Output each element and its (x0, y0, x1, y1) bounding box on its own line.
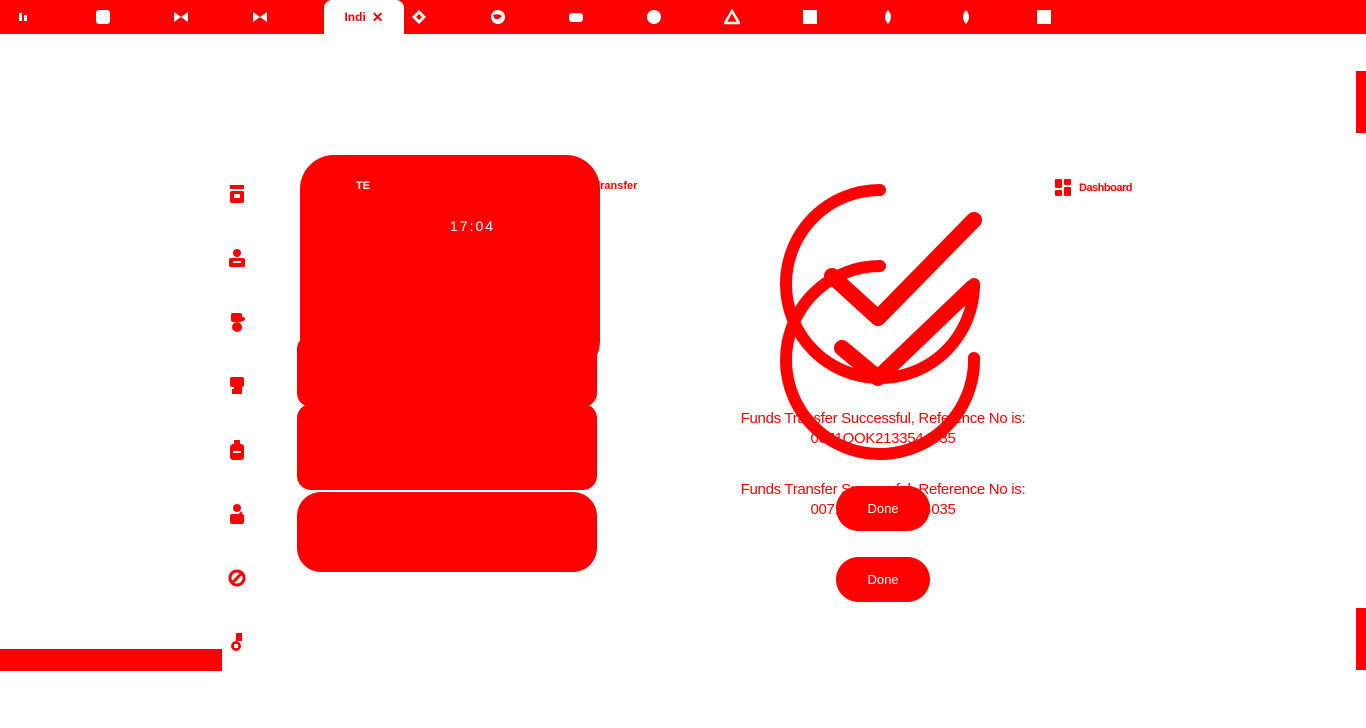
bowtie-icon (174, 12, 188, 22)
sidebar-item-accounts[interactable] (222, 178, 252, 210)
tab-circle[interactable] (643, 6, 665, 28)
device-panel-1 (297, 335, 597, 407)
tab-diamond[interactable] (408, 6, 430, 28)
sidebar-item-logout[interactable] (222, 626, 252, 658)
app-icon (19, 13, 27, 21)
accounts-icon (230, 185, 244, 203)
scrollbar-bottom[interactable] (1356, 608, 1366, 670)
sidebar-item-payments[interactable] (222, 306, 252, 338)
sidebar-item-bills[interactable] (222, 434, 252, 466)
device-panel-2 (297, 404, 597, 490)
tab-bowtie-1[interactable] (170, 6, 192, 28)
square-icon (803, 10, 817, 24)
sidebar-item-cards[interactable] (222, 370, 252, 402)
sidebar-item-settings[interactable] (222, 562, 252, 594)
device-time: 17:04 (450, 218, 496, 234)
tab-leaf-1[interactable] (877, 6, 899, 28)
profile-icon (230, 504, 244, 524)
tab-triangle[interactable] (721, 6, 743, 28)
dashboard-link[interactable]: Dashboard (1055, 179, 1132, 197)
cards-icon (230, 377, 244, 394)
device-right-label: Transfer (594, 180, 638, 192)
payments-icon (231, 313, 245, 332)
logout-icon (231, 633, 242, 651)
tab-globe[interactable] (487, 6, 509, 28)
browser-tab-bar: Indi ✕ (0, 0, 1366, 34)
leaf-icon (963, 10, 969, 24)
circle-icon (647, 10, 661, 24)
square-icon (96, 10, 110, 24)
rounded-rect-icon (569, 13, 583, 22)
leaf-icon (885, 10, 891, 24)
device-panel-3 (297, 492, 597, 572)
tab-square[interactable] (92, 6, 114, 28)
status-bar (0, 649, 222, 671)
scrollbar-top[interactable] (1356, 71, 1366, 133)
tab-leaf-2[interactable] (955, 6, 977, 28)
tab-active-label: Indi (344, 10, 366, 24)
tab-bowtie-2[interactable] (249, 6, 271, 28)
settings-icon (228, 569, 246, 587)
triangle-icon (724, 9, 740, 25)
success-message-1: Funds Transfer Successful, Reference No … (720, 409, 1046, 449)
dashboard-label: Dashboard (1079, 182, 1132, 194)
dashboard-icon (1055, 179, 1071, 196)
tab-rounded-rect[interactable] (565, 6, 587, 28)
diamond-icon (412, 10, 426, 24)
transfer-icon (229, 249, 245, 267)
bills-icon (230, 440, 244, 460)
success-message-1-line-2: 0071OOK2133544035 (810, 430, 956, 447)
device-left-label: TE (356, 180, 371, 192)
done-button-primary[interactable]: Done (836, 486, 930, 531)
bowtie-icon (253, 12, 267, 22)
sidebar-item-transfer[interactable] (222, 242, 252, 274)
tab-square-3[interactable] (1033, 6, 1055, 28)
tab-active[interactable]: Indi ✕ (324, 0, 404, 34)
square-icon (1037, 10, 1051, 24)
sidebar-item-profile[interactable] (222, 498, 252, 530)
done-button-secondary[interactable]: Done (836, 557, 930, 602)
tab-app[interactable] (12, 6, 34, 28)
close-icon[interactable]: ✕ (372, 10, 384, 24)
tab-square-2[interactable] (799, 6, 821, 28)
success-message-1-line-1: Funds Transfer Successful, Reference No … (740, 410, 1026, 427)
globe-icon (491, 10, 505, 24)
